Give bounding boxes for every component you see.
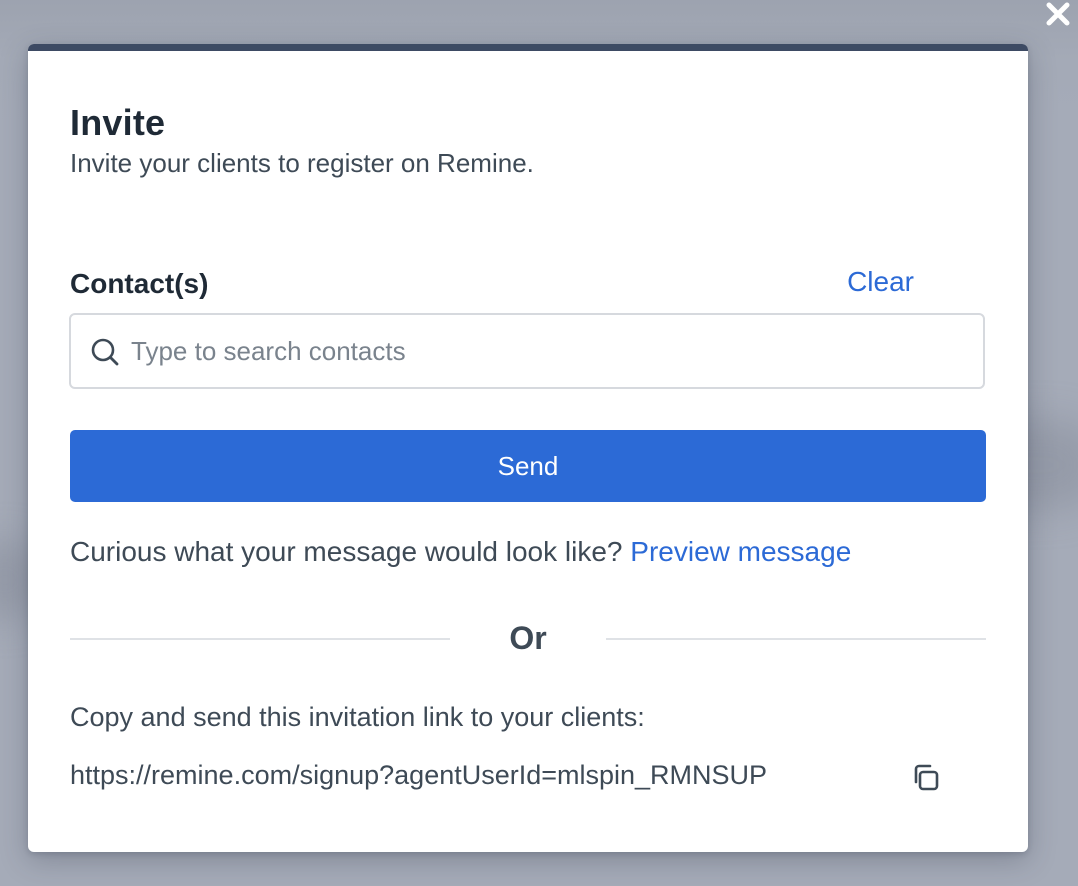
contacts-label: Contact(s) [70, 268, 209, 299]
invitation-link-text[interactable]: https://remine.com/signup?agentUserId=ml… [70, 760, 767, 791]
modal-title: Invite [70, 102, 166, 143]
divider-right [606, 638, 986, 640]
send-button[interactable]: Send [70, 430, 986, 502]
preview-message-link[interactable]: Preview message [630, 536, 851, 567]
clear-button[interactable]: Clear [847, 266, 914, 298]
contacts-search-box[interactable] [69, 313, 985, 389]
contacts-search-input[interactable] [131, 315, 971, 387]
copy-icon[interactable] [908, 760, 944, 796]
close-icon[interactable] [1044, 0, 1072, 28]
search-icon [91, 338, 119, 366]
modal-subtitle: Invite your clients to register on Remin… [70, 148, 534, 178]
invite-modal: Invite Invite your clients to register o… [28, 44, 1028, 852]
preview-prompt: Curious what your message would look lik… [70, 536, 623, 567]
copy-instructions: Copy and send this invitation link to yo… [70, 702, 645, 732]
modal-top-bar [28, 44, 1028, 51]
preview-line: Curious what your message would look lik… [70, 536, 851, 568]
